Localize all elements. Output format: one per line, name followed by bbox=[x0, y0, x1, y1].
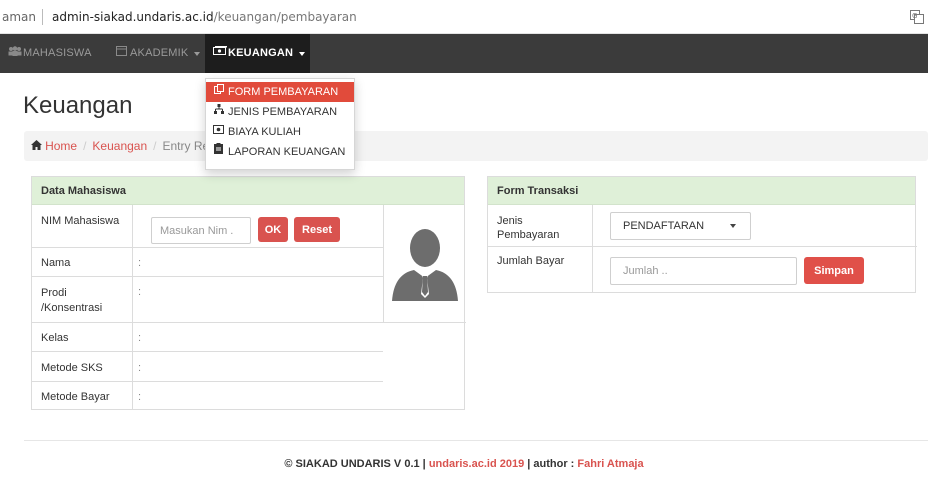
menu-item-label: JENIS PEMBAYARAN bbox=[228, 106, 338, 118]
top-navbar: MAHASISWA AKADEMIK KEUANGAN bbox=[0, 34, 928, 73]
jenis-pembayaran-select[interactable]: PENDAFTARAN bbox=[610, 212, 751, 240]
breadcrumb-divider: / bbox=[153, 139, 157, 153]
money-icon bbox=[213, 34, 227, 73]
footer: © SIAKAD UNDARIS V 0.1 | undaris.ac.id 2… bbox=[0, 458, 928, 470]
table-row bbox=[32, 322, 466, 323]
chevron-down-icon bbox=[194, 51, 201, 56]
table-row bbox=[32, 381, 383, 382]
jumlah-bayar-label: Jumlah Bayar bbox=[497, 255, 565, 267]
kelas-value: : bbox=[138, 332, 142, 344]
ok-button[interactable]: OK bbox=[258, 217, 288, 242]
kelas-label: Kelas bbox=[41, 332, 69, 344]
column-divider bbox=[592, 205, 593, 293]
clipboard-icon bbox=[213, 142, 224, 162]
metode-bayar-label: Metode Bayar bbox=[41, 391, 110, 403]
metode-sks-value: : bbox=[138, 362, 142, 374]
avatar bbox=[384, 206, 466, 322]
breadcrumb: Home / Keuangan / Entry Re bbox=[24, 131, 928, 161]
sitemap-icon bbox=[213, 102, 224, 122]
users-icon bbox=[8, 34, 22, 73]
menu-item-laporan-keuangan[interactable]: LAPORAN KEUANGAN bbox=[206, 142, 354, 162]
jumlah-placeholder: Jumlah .. bbox=[623, 265, 668, 277]
nama-value: : bbox=[138, 257, 142, 269]
footer-author-label: | author : bbox=[524, 458, 578, 470]
footer-divider bbox=[24, 440, 928, 441]
nama-label: Nama bbox=[41, 257, 71, 269]
table-row bbox=[488, 246, 917, 247]
jenis-pembayaran-label: Jenis Pembayaran bbox=[497, 215, 560, 241]
panel-title: Data Mahasiswa bbox=[32, 177, 464, 205]
nim-label: NIM Mahasiswa bbox=[41, 215, 120, 227]
nav-mahasiswa-label: MAHASISWA bbox=[23, 47, 92, 59]
reset-button[interactable]: Reset bbox=[294, 217, 340, 242]
breadcrumb-keuangan[interactable]: Keuangan bbox=[92, 139, 147, 153]
form-transaksi-panel: Form Transaksi Jenis Pembayaran PENDAFTA… bbox=[487, 176, 917, 293]
nav-keuangan[interactable]: KEUANGAN bbox=[205, 34, 310, 73]
address-divider bbox=[42, 9, 43, 25]
nav-keuangan-label: KEUANGAN bbox=[228, 47, 294, 59]
menu-item-biaya-kuliah[interactable]: BIAYA KULIAH bbox=[206, 122, 354, 142]
simpan-button[interactable]: Simpan bbox=[804, 257, 864, 284]
metode-bayar-value: : bbox=[138, 391, 142, 403]
column-divider bbox=[132, 205, 133, 410]
breadcrumb-divider: / bbox=[83, 139, 87, 153]
url-field[interactable]: admin-siakad.undaris.ac.id/keuangan/pemb… bbox=[52, 10, 357, 24]
menu-item-label: LAPORAN KEUANGAN bbox=[228, 146, 346, 158]
table-row bbox=[32, 351, 383, 352]
nav-mahasiswa[interactable]: MAHASISWA bbox=[8, 34, 92, 73]
browser-address-bar: aman admin-siakad.undaris.ac.id/keuangan… bbox=[0, 0, 928, 34]
chevron-down-icon bbox=[730, 224, 736, 228]
calendar-icon bbox=[115, 34, 127, 73]
keuangan-dropdown-menu: FORM PEMBAYARAN JENIS PEMBAYARAN BIAYA K… bbox=[205, 78, 355, 170]
footer-author-link[interactable]: Fahri Atmaja bbox=[577, 458, 643, 470]
menu-item-jenis-pembayaran[interactable]: JENIS PEMBAYARAN bbox=[206, 102, 354, 122]
table-row bbox=[32, 276, 383, 277]
prodi-label: Prodi /Konsentrasi bbox=[41, 287, 103, 314]
home-icon bbox=[31, 140, 45, 153]
panel-title: Form Transaksi bbox=[488, 177, 915, 205]
security-label: aman bbox=[2, 10, 37, 24]
jenis-pembayaran-value: PENDAFTARAN bbox=[623, 220, 705, 232]
svg-text:G: G bbox=[912, 12, 917, 20]
nav-akademik[interactable]: AKADEMIK bbox=[115, 34, 201, 73]
chevron-down-icon bbox=[299, 51, 306, 56]
url-host: admin-siakad.undaris.ac.id bbox=[52, 10, 214, 24]
footer-copyright: © SIAKAD UNDARIS V 0.1 | bbox=[284, 458, 429, 470]
breadcrumb-home[interactable]: Home bbox=[45, 139, 77, 153]
nim-input[interactable]: Masukan Nim . bbox=[151, 217, 251, 244]
menu-item-label: FORM PEMBAYARAN bbox=[228, 86, 339, 98]
jumlah-bayar-input[interactable]: Jumlah .. bbox=[610, 257, 797, 285]
nav-akademik-label: AKADEMIK bbox=[130, 47, 189, 59]
copy-icon bbox=[213, 82, 224, 102]
url-path: /keuangan/pembayaran bbox=[213, 10, 357, 24]
money-icon bbox=[213, 122, 224, 142]
metode-sks-label: Metode SKS bbox=[41, 362, 103, 374]
translate-icon[interactable]: G bbox=[910, 10, 924, 24]
breadcrumb-current: Entry Re bbox=[162, 139, 210, 153]
table-row bbox=[32, 247, 383, 248]
menu-item-form-pembayaran[interactable]: FORM PEMBAYARAN bbox=[206, 82, 354, 102]
data-mahasiswa-panel: Data Mahasiswa NIM Mahasiswa Masukan Nim… bbox=[31, 176, 466, 410]
footer-site-link[interactable]: undaris.ac.id 2019 bbox=[429, 458, 524, 470]
prodi-value: : bbox=[138, 286, 142, 298]
nim-placeholder: Masukan Nim . bbox=[160, 224, 234, 237]
page-title: Keuangan bbox=[23, 92, 133, 119]
menu-item-label: BIAYA KULIAH bbox=[228, 126, 301, 138]
